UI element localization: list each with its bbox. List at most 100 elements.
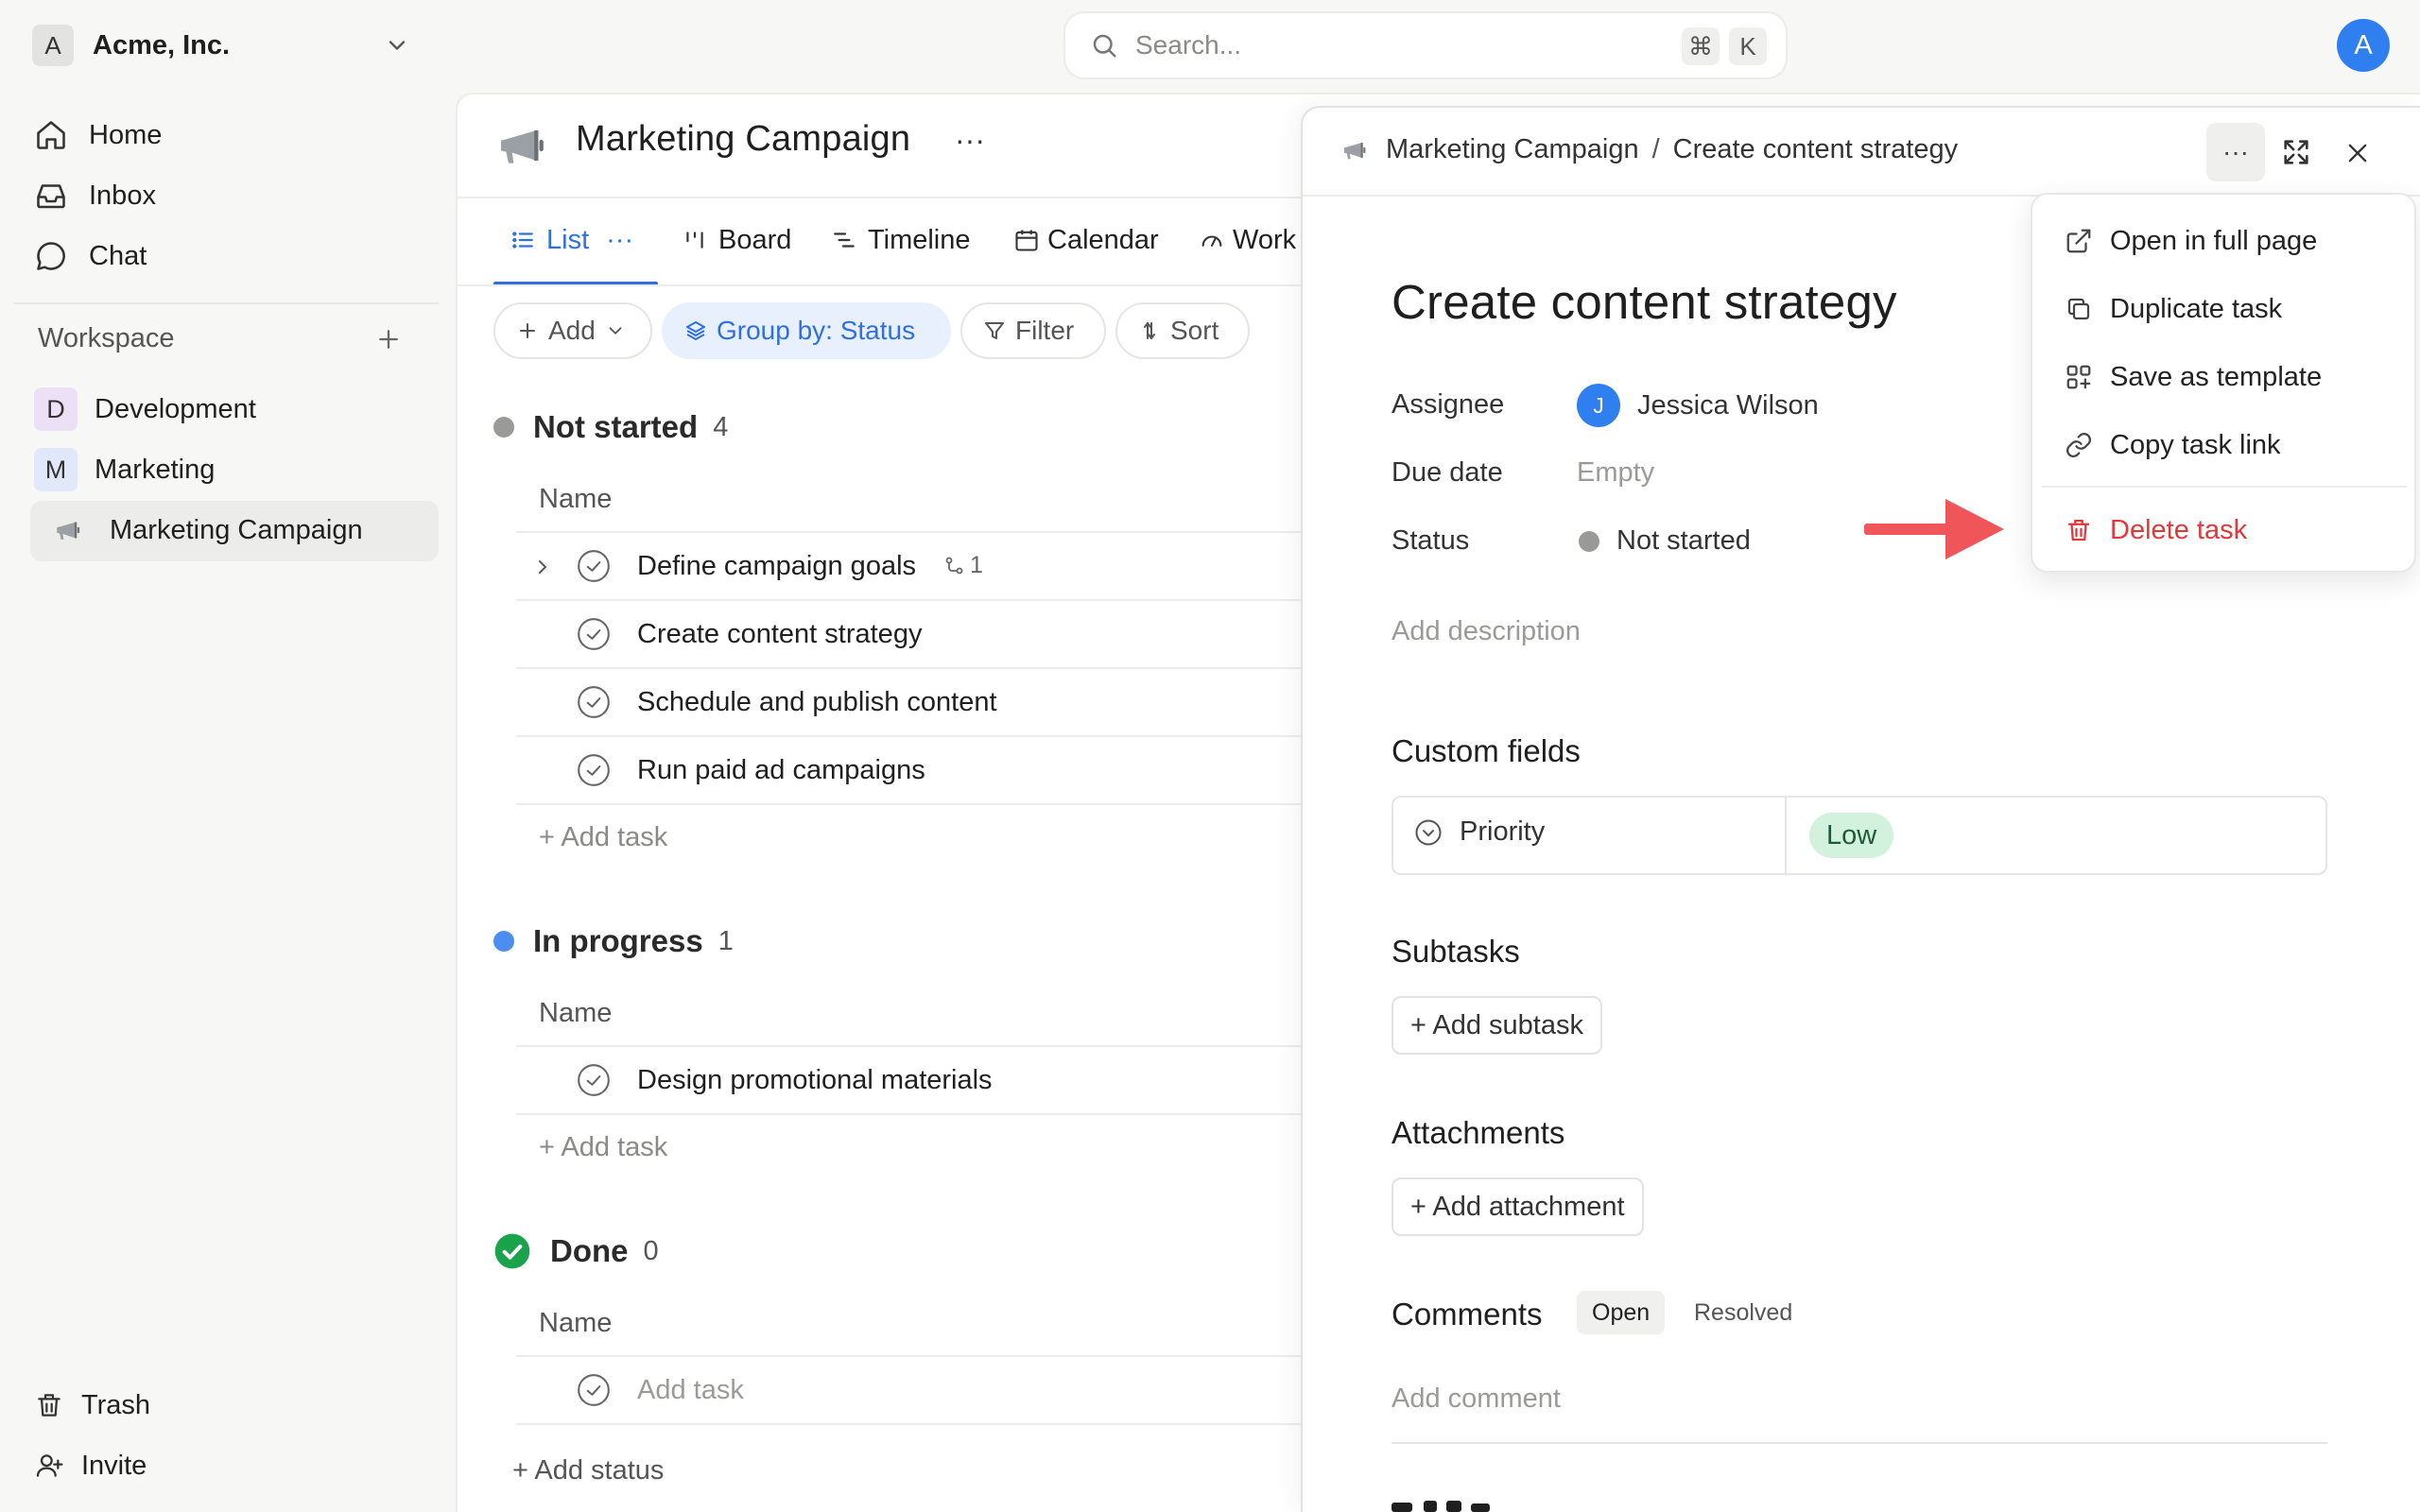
project-label: Marketing Campaign — [110, 514, 363, 545]
menu-item-label: Copy task link — [2110, 429, 2281, 460]
priority-field-name: Priority — [1414, 816, 1545, 848]
subtask-icon — [945, 557, 963, 574]
plus-icon — [520, 323, 535, 338]
table-row[interactable]: Run paid ad campaigns — [516, 737, 1310, 803]
priority-label: Priority — [1460, 816, 1546, 847]
top-bar: A Acme, Inc. Search... ⌘ K A — [0, 0, 2420, 91]
add-button-label: Add — [548, 316, 596, 345]
sidebar-item-inbox[interactable]: Inbox — [34, 170, 156, 221]
add-status-button[interactable]: + Add status — [512, 1455, 664, 1486]
megaphone-icon — [501, 130, 544, 163]
sidebar-item-home[interactable]: Home — [34, 110, 162, 161]
menu-item-label: Delete task — [2110, 514, 2248, 545]
status-dot — [1579, 530, 1599, 552]
project-badge: D — [34, 387, 78, 431]
add-attachment-button[interactable]: + Add attachment — [1392, 1177, 1644, 1236]
add-task-button[interactable]: + Add task — [539, 822, 667, 853]
assignee-field[interactable]: J Jessica Wilson — [1577, 384, 1819, 427]
tab-label: List — [546, 224, 590, 255]
trash-icon — [2067, 519, 2090, 541]
due-date-field[interactable]: Empty — [1577, 457, 1654, 489]
sidebar-item-invite[interactable]: Invite — [34, 1440, 147, 1491]
group-title: In progress — [533, 923, 703, 958]
check-circle-icon[interactable] — [576, 548, 612, 584]
filter-icon — [985, 322, 1004, 339]
menu-item-open-full-page[interactable]: Open in full page — [2065, 217, 2317, 265]
group-count: 1 — [717, 925, 734, 956]
comments-tab-open[interactable]: Open — [1577, 1291, 1666, 1334]
sidebar-project-marketing[interactable]: M Marketing — [34, 444, 215, 495]
external-link-icon — [2066, 229, 2091, 253]
group-header-done[interactable]: Done 0 — [493, 1230, 659, 1272]
tab-board[interactable]: Board — [683, 219, 791, 261]
table-row[interactable]: Create content strategy — [516, 601, 1310, 667]
task-more-button[interactable]: ··· — [2206, 123, 2265, 181]
group-title: Done — [550, 1233, 629, 1268]
tab-list[interactable]: List ··· — [510, 219, 633, 261]
sidebar-project-development[interactable]: D Development — [34, 384, 256, 435]
user-avatar[interactable]: A — [2337, 19, 2390, 72]
table-row[interactable]: Define campaign goals 1 — [516, 533, 1310, 599]
sidebar-item-label: Home — [89, 119, 163, 150]
sidebar-item-label: Inbox — [89, 180, 156, 211]
sort-icon — [1144, 322, 1155, 339]
task-title[interactable]: Create content strategy — [1392, 274, 1897, 330]
list-icon — [512, 232, 533, 249]
sidebar-item-chat[interactable]: Chat — [34, 231, 147, 282]
assignee-name: Jessica Wilson — [1637, 389, 1819, 421]
chat-icon — [37, 242, 65, 270]
column-header-name[interactable]: Name — [539, 998, 612, 1029]
chevron-right-icon[interactable] — [531, 556, 554, 578]
cut-off-section-heading — [1392, 1501, 1490, 1512]
tab-more-button[interactable]: ··· — [606, 225, 633, 256]
sort-button[interactable]: Sort — [1115, 302, 1250, 359]
group-header-not-started[interactable]: Not started 4 — [493, 406, 728, 448]
new-task-row[interactable]: Add task — [516, 1357, 1310, 1423]
menu-item-copy-task-link[interactable]: Copy task link — [2065, 421, 2281, 469]
comments-tab-resolved[interactable]: Resolved — [1679, 1291, 1807, 1334]
priority-badge[interactable]: Low — [1809, 813, 1894, 858]
table-row[interactable]: Schedule and publish content — [516, 669, 1310, 735]
check-circle-icon[interactable] — [576, 616, 612, 652]
check-circle-icon[interactable] — [576, 752, 612, 788]
close-icon[interactable] — [2344, 140, 2371, 166]
comment-input[interactable]: Add comment — [1392, 1383, 1561, 1415]
search-icon — [1093, 34, 1116, 58]
add-project-icon[interactable] — [374, 325, 403, 353]
sort-label: Sort — [1170, 316, 1219, 345]
group-count: 4 — [713, 411, 729, 442]
sidebar-item-trash[interactable]: Trash — [34, 1380, 150, 1431]
status-field[interactable]: Not started — [1577, 525, 1751, 557]
sidebar-project-marketing-campaign[interactable]: Marketing Campaign — [53, 505, 363, 556]
add-subtask-button[interactable]: + Add subtask — [1392, 996, 1602, 1055]
tab-timeline[interactable]: Timeline — [832, 219, 971, 261]
add-button[interactable]: Add — [493, 302, 652, 359]
column-header-name[interactable]: Name — [539, 1308, 612, 1339]
description-input[interactable]: Add description — [1392, 616, 1581, 647]
add-task-input[interactable]: Add task — [637, 1375, 744, 1406]
search-bar[interactable]: Search... ⌘ K — [1063, 11, 1788, 79]
gauge-icon — [1201, 235, 1222, 247]
check-circle-icon[interactable] — [576, 684, 612, 720]
comments-heading: Comments — [1392, 1297, 1543, 1332]
menu-item-label: Open in full page — [2110, 225, 2318, 256]
menu-item-duplicate-task[interactable]: Duplicate task — [2065, 285, 2282, 333]
row-divider — [516, 1423, 1310, 1425]
group-header-in-progress[interactable]: In progress 1 — [493, 920, 734, 962]
filter-button[interactable]: Filter — [960, 302, 1106, 359]
tab-workload[interactable]: Work — [1199, 219, 1301, 261]
project-more-button[interactable]: ··· — [955, 123, 985, 158]
group-by-button[interactable]: Group by: Status — [662, 302, 951, 359]
table-row[interactable]: Design promotional materials — [516, 1047, 1310, 1113]
add-task-button[interactable]: + Add task — [539, 1132, 667, 1163]
menu-item-save-as-template[interactable]: Save as template — [2065, 353, 2322, 401]
menu-item-label: Save as template — [2110, 361, 2323, 392]
column-header-name[interactable]: Name — [539, 484, 612, 515]
check-circle-icon[interactable] — [576, 1062, 612, 1098]
menu-item-delete-task[interactable]: Delete task — [2065, 507, 2247, 554]
tabs-divider — [458, 284, 1308, 286]
breadcrumb-project[interactable]: Marketing Campaign — [1386, 134, 1639, 165]
workspace-switcher[interactable]: A Acme, Inc. — [32, 21, 429, 70]
expand-icon[interactable] — [2280, 136, 2312, 168]
tab-calendar[interactable]: Calendar — [1013, 219, 1159, 261]
